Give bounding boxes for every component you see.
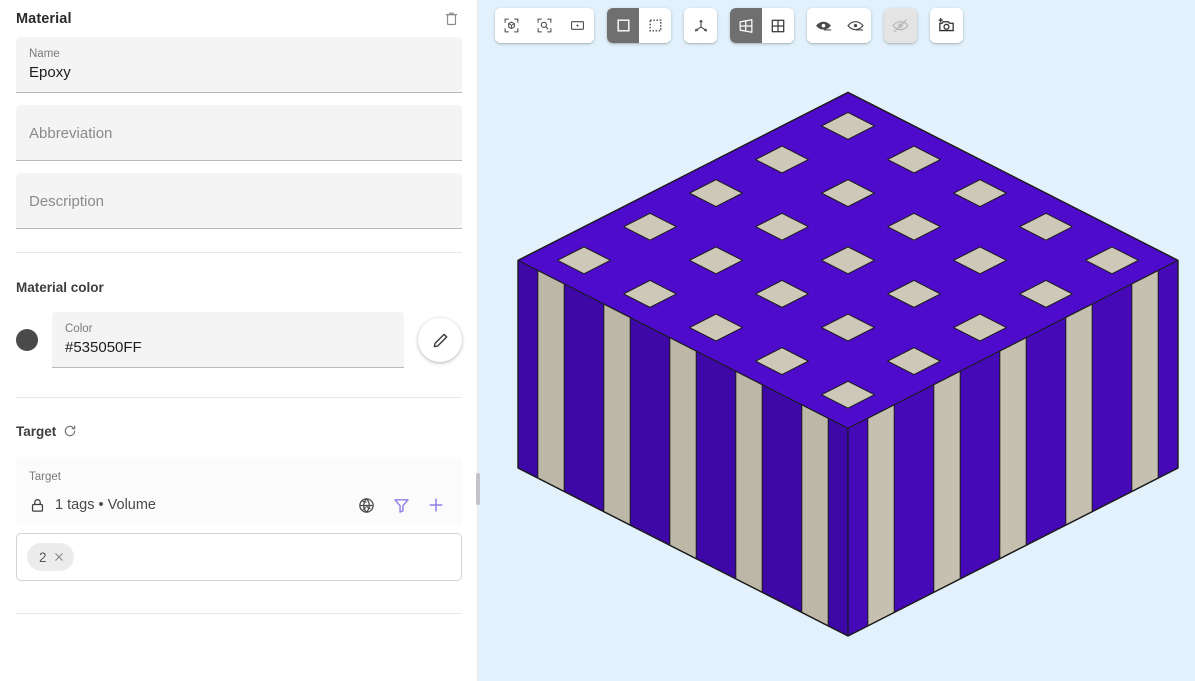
fit-to-view-button[interactable]	[495, 8, 528, 43]
target-chip-label: 2	[39, 549, 47, 565]
target-chip[interactable]: 2	[27, 543, 74, 571]
model-face	[1065, 303, 1093, 526]
grid-icon	[771, 19, 785, 32]
color-field-label: Color	[65, 323, 93, 335]
close-icon	[54, 553, 63, 561]
add-target-button[interactable]	[423, 492, 449, 518]
pencil-icon	[433, 333, 447, 347]
model-face	[867, 404, 895, 627]
show-all-button[interactable]	[807, 8, 839, 43]
color-swatch[interactable]	[16, 329, 38, 351]
lock-icon[interactable]	[29, 497, 46, 514]
filter-target-button[interactable]	[388, 492, 414, 518]
isolate-button	[884, 8, 917, 43]
toolgroup-visibility	[807, 8, 871, 43]
center-point-icon	[571, 21, 584, 30]
toolgroup-selection-mode	[607, 8, 671, 43]
page-title: Material	[16, 10, 72, 27]
color-field-value: #535050FF	[65, 339, 142, 356]
axes-icon	[694, 19, 707, 31]
app-root: Material Name Epoxy Abbreviation Descrip…	[0, 0, 1195, 681]
target-chip-list[interactable]: 2	[16, 533, 462, 581]
color-field[interactable]: Color #535050FF	[52, 312, 404, 368]
model-face	[669, 337, 697, 560]
name-field[interactable]: Name Epoxy	[16, 37, 462, 93]
model-face	[933, 370, 961, 593]
abbreviation-field[interactable]: Abbreviation	[16, 105, 462, 161]
material-properties-panel: Material Name Epoxy Abbreviation Descrip…	[0, 0, 478, 681]
model-face	[735, 370, 763, 593]
trash-icon	[445, 12, 457, 26]
toolgroup-axes	[684, 8, 717, 43]
delete-material-button[interactable]	[438, 6, 464, 32]
abbreviation-placeholder: Abbreviation	[29, 124, 113, 142]
panel-scroll-handle[interactable]	[476, 473, 480, 505]
screenshot-button[interactable]	[930, 8, 963, 43]
toolgroup-isolate	[884, 8, 917, 43]
composite-block-3d-model[interactable]	[478, 0, 1195, 681]
fit-cube-icon	[504, 18, 519, 33]
toolgroup-capture	[930, 8, 963, 43]
model-face	[801, 404, 829, 627]
perspective-button[interactable]	[730, 8, 762, 43]
model-face	[999, 337, 1027, 560]
camera-add-icon	[938, 17, 954, 32]
model-face	[603, 303, 631, 526]
solid-square-icon	[616, 19, 630, 32]
target-summary-text: 1 tags • Volume	[55, 497, 156, 513]
filter-icon	[393, 498, 409, 513]
material-color-row: Color #535050FF	[0, 312, 478, 368]
toolgroup-view-fit	[495, 8, 594, 43]
model-face	[1131, 269, 1159, 493]
target-section-title: Target	[0, 420, 478, 442]
global-target-button[interactable]	[353, 492, 379, 518]
name-field-label: Name	[29, 48, 60, 60]
axes-gizmo-button[interactable]	[684, 8, 717, 43]
box-select-button[interactable]	[639, 8, 671, 43]
remove-target-chip-button[interactable]	[53, 551, 65, 563]
orthographic-button[interactable]	[762, 8, 794, 43]
description-placeholder: Description	[29, 192, 105, 210]
eye-filled-icon	[815, 21, 831, 31]
material-color-section-title: Material color	[0, 276, 478, 298]
plus-icon	[429, 498, 443, 512]
center-view-button[interactable]	[561, 8, 594, 43]
panel-header: Material	[0, 0, 478, 37]
viewport-toolbar	[495, 8, 963, 43]
divider-bottom	[16, 613, 462, 614]
material-color-label: Material color	[16, 279, 104, 295]
eye-off-icon	[892, 19, 909, 33]
toolgroup-projection	[730, 8, 794, 43]
target-summary-row: 1 tags • Volume	[29, 485, 449, 525]
target-label: Target	[16, 423, 57, 439]
target-card-label: Target	[29, 471, 61, 483]
edit-color-button[interactable]	[418, 318, 462, 362]
refresh-icon[interactable]	[63, 424, 77, 438]
perspective-icon	[739, 18, 753, 33]
hide-all-button[interactable]	[839, 8, 871, 43]
globe-icon	[358, 497, 374, 513]
description-field[interactable]: Description	[16, 173, 462, 229]
name-field-value: Epoxy	[29, 64, 71, 81]
3d-viewport[interactable]	[478, 0, 1195, 681]
dashed-square-icon	[648, 19, 662, 32]
target-card: Target 1 tags • Volume	[16, 457, 462, 525]
model-face	[537, 269, 565, 493]
zoom-to-selection-button[interactable]	[528, 8, 561, 43]
solid-select-button[interactable]	[607, 8, 639, 43]
eye-outline-icon	[846, 21, 864, 31]
zoom-search-icon	[537, 18, 552, 33]
